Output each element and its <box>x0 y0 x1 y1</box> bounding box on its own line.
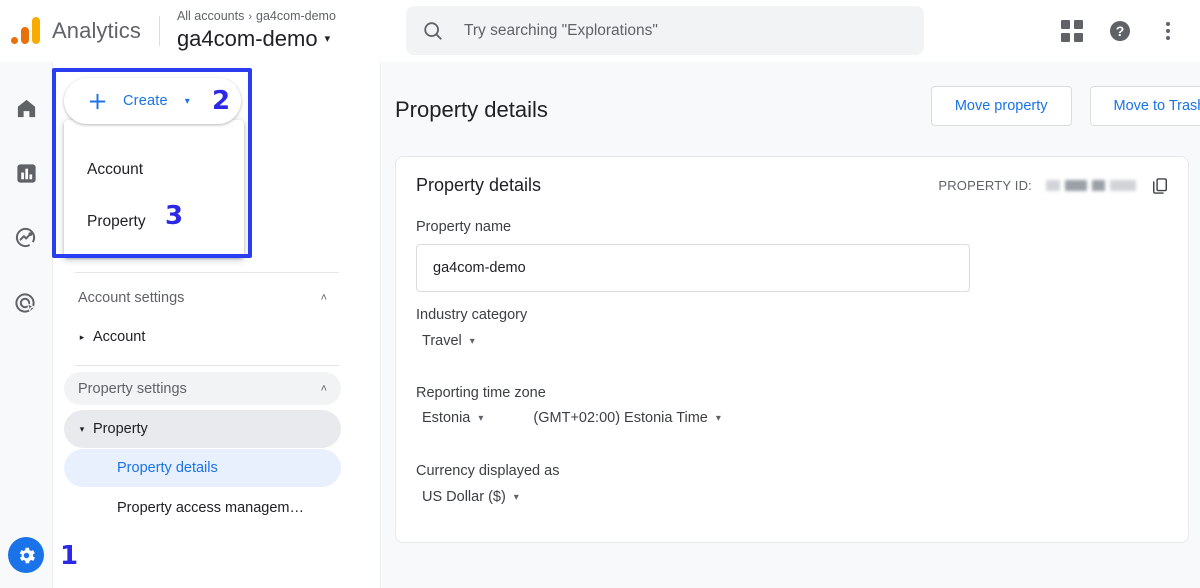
sidebar-item-account-label: Account <box>93 329 146 345</box>
time-zone-country-value: Estonia <box>422 410 471 426</box>
account-name[interactable]: ga4com-demo ▾ <box>177 25 336 53</box>
page-title: Property details <box>395 97 548 122</box>
field-currency-displayed-as: Currency displayed as US Dollar ($) ▾ <box>416 463 559 506</box>
bar-chart-icon <box>16 163 36 183</box>
create-dropdown-menu: Account Property <box>64 120 244 258</box>
card-header: Property details PROPERTY ID: <box>416 175 1170 196</box>
rail-item-advertising[interactable] <box>7 284 45 322</box>
industry-category-select[interactable]: Travel ▾ <box>416 333 475 349</box>
chevron-down-icon: ▾ <box>324 33 331 45</box>
time-zone-offset-select[interactable]: (GMT+02:00) Estonia Time ▾ <box>527 410 721 426</box>
menu-item-property-label: Property <box>87 213 146 230</box>
rail-item-explore[interactable] <box>7 219 45 257</box>
top-bar-actions: ? <box>1050 0 1190 62</box>
admin-gear-button[interactable] <box>8 537 44 573</box>
menu-item-property[interactable]: Property <box>64 196 244 248</box>
industry-category-value: Travel <box>422 333 462 349</box>
sidebar-item-account[interactable]: ▸ Account <box>64 318 341 356</box>
property-name-value: ga4com-demo <box>433 260 526 276</box>
annotation-badge-1: 1 <box>60 541 79 571</box>
search-icon <box>424 21 442 40</box>
analytics-logo <box>0 16 52 46</box>
rail-item-reports[interactable] <box>7 154 45 192</box>
sidebar-item-property-access-management[interactable]: Property access managem… <box>64 489 341 527</box>
explore-icon <box>15 227 36 248</box>
sidebar-item-property[interactable]: ▾ Property <box>64 410 341 448</box>
chevron-down-icon: ▾ <box>184 95 190 107</box>
property-name-input[interactable]: ga4com-demo <box>416 244 970 292</box>
chevron-down-icon: ▾ <box>79 423 85 434</box>
section-property-settings-label: Property settings <box>78 380 187 397</box>
brand-title: Analytics <box>52 18 141 43</box>
analytics-admin-page: Analytics All accounts › ga4com-demo ga4co… <box>0 0 1200 588</box>
field-property-name: Property name ga4com-demo <box>416 219 970 292</box>
chevron-up-icon: ˄ <box>320 291 327 304</box>
sidebar-item-property-label: Property <box>93 421 148 437</box>
rail-item-home[interactable] <box>7 89 45 127</box>
time-zone-country-select[interactable]: Estonia ▾ <box>416 410 483 426</box>
move-to-trash-can-label: Move to Trash Can <box>1113 98 1200 114</box>
more-vertical-icon[interactable] <box>1146 9 1190 53</box>
advertising-target-icon <box>15 293 35 313</box>
field-property-name-label: Property name <box>416 219 512 235</box>
search-input[interactable]: Try searching "Explorations" <box>406 6 924 55</box>
chevron-down-icon: ▾ <box>469 335 475 347</box>
time-zone-offset-value: (GMT+02:00) Estonia Time <box>533 410 708 426</box>
apps-grid-icon[interactable] <box>1050 9 1094 53</box>
menu-item-account-label: Account <box>87 161 144 178</box>
currency-value: US Dollar ($) <box>422 489 506 505</box>
svg-text:?: ? <box>1116 23 1125 39</box>
property-id-value-redacted <box>1046 180 1136 191</box>
breadcrumb-current: ga4com-demo <box>256 9 336 23</box>
breadcrumb-all-accounts[interactable]: All accounts <box>177 9 244 23</box>
plus-icon <box>89 93 106 109</box>
property-id-label: PROPERTY ID: <box>938 178 1032 193</box>
annotation-badge-3: 3 <box>165 201 184 231</box>
left-icon-rail <box>0 62 53 588</box>
top-app-bar: Analytics All accounts › ga4com-demo ga4co… <box>0 0 1200 62</box>
section-account-settings-label: Account settings <box>78 289 185 306</box>
main-content: Property details Move property Move to T… <box>382 62 1200 588</box>
move-to-trash-can-button[interactable]: Move to Trash Can <box>1089 86 1200 126</box>
sidebar-item-property-details[interactable]: Property details <box>64 449 341 487</box>
chevron-right-icon: ▸ <box>79 331 85 342</box>
chevron-down-icon: ▾ <box>513 491 519 503</box>
annotation-badge-2: 2 <box>212 86 231 116</box>
section-account-settings[interactable]: Account settings ˄ <box>64 281 341 314</box>
chevron-down-icon: ▾ <box>715 412 721 424</box>
move-property-button[interactable]: Move property <box>930 86 1072 126</box>
property-details-card: Property details PROPERTY ID: Property n… <box>395 156 1189 543</box>
sidebar-item-property-access-label: Property access managem… <box>117 500 304 516</box>
move-property-label: Move property <box>954 98 1048 114</box>
chevron-down-icon: ▾ <box>478 412 484 424</box>
field-reporting-time-zone: Reporting time zone Estonia ▾ (GMT+02:00… <box>416 385 721 426</box>
page-actions: Move property Move to Trash Can <box>930 86 1200 126</box>
admin-sidebar: Account settings ˄ ▸ Account Property se… <box>53 62 381 588</box>
create-button-label: Create <box>123 93 168 109</box>
copy-icon[interactable] <box>1150 176 1170 196</box>
sidebar-item-property-details-label: Property details <box>117 460 218 476</box>
breadcrumb: All accounts › ga4com-demo <box>177 9 336 25</box>
search-placeholder: Try searching "Explorations" <box>464 21 658 39</box>
card-title: Property details <box>416 175 542 195</box>
breadcrumb-separator: › <box>248 11 253 23</box>
gear-icon <box>19 547 35 563</box>
sidebar-divider-1 <box>75 272 339 273</box>
home-icon <box>17 99 35 117</box>
currency-select[interactable]: US Dollar ($) ▾ <box>416 489 519 505</box>
field-industry-category-label: Industry category <box>416 307 528 323</box>
section-property-settings[interactable]: Property settings ˄ <box>64 372 341 405</box>
field-industry-category: Industry category Travel ▾ <box>416 307 527 350</box>
field-currency-label: Currency displayed as <box>416 463 560 479</box>
help-circle-icon[interactable]: ? <box>1098 9 1142 53</box>
account-name-label: ga4com-demo <box>176 26 318 51</box>
sidebar-divider-2 <box>75 365 339 366</box>
menu-item-account[interactable]: Account <box>64 144 244 196</box>
field-reporting-time-zone-label: Reporting time zone <box>416 385 546 401</box>
property-id-block: PROPERTY ID: <box>938 176 1170 196</box>
chevron-up-icon: ˄ <box>320 382 327 395</box>
account-selector[interactable]: All accounts › ga4com-demo ga4com-demo ▾ <box>160 9 336 53</box>
